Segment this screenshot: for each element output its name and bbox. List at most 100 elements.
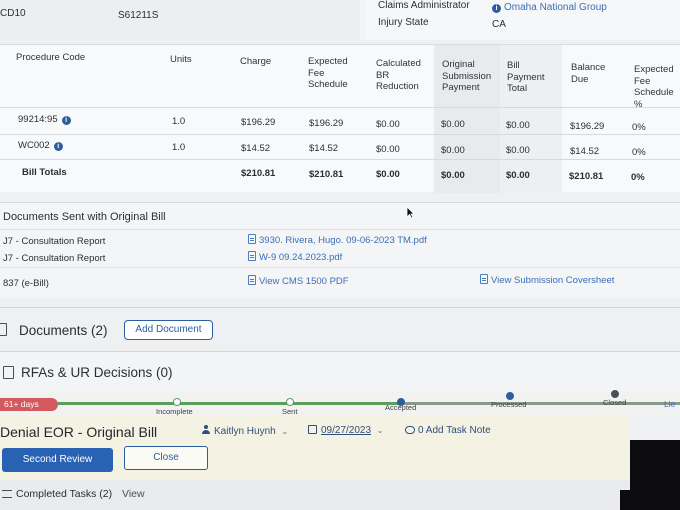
divider — [0, 229, 680, 230]
documents-icon — [0, 323, 7, 336]
step-closed: Closed — [603, 398, 627, 407]
table-cell-units: 1.0 — [172, 116, 186, 127]
procedure-code-text: WC002 — [18, 140, 50, 151]
app-stage: CD10 S61211S Claims Administrator i Omaha… — [0, 0, 680, 510]
info-icon[interactable]: i — [61, 116, 71, 125]
documents-sent-panel: Documents Sent with Original Bill J7 - C… — [0, 202, 680, 298]
total-expected: $210.81 — [309, 169, 344, 180]
view-coversheet-link[interactable]: View Submission Coversheet — [480, 274, 614, 286]
chevron-down-icon: ⌄ — [376, 426, 384, 435]
ebill-label: 837 (e-Bill) — [3, 278, 49, 289]
document-icon — [480, 274, 488, 284]
claims-admin-panel: Claims Administrator i Omaha National Gro… — [366, 0, 680, 40]
table-row-code[interactable]: 99214:95 i — [18, 114, 71, 125]
date-value: 09/27/2023 — [321, 425, 372, 436]
col-original-submission-payment: Original Submission Payment — [442, 59, 492, 93]
row-divider — [0, 159, 680, 160]
screen-bezel-bottom — [620, 490, 680, 510]
col-procedure-code: Procedure Code — [16, 52, 86, 63]
step-node-processed — [506, 392, 514, 400]
row-divider — [0, 107, 680, 108]
claims-admin-value: Omaha National Group — [504, 2, 607, 13]
table-cell-payment: $0.00 — [506, 120, 530, 131]
documents-title: Documents (2) — [19, 323, 108, 338]
view-coversheet-text: View Submission Coversheet — [491, 275, 615, 286]
age-badge: 61+ days — [0, 398, 58, 411]
table-cell-expected: $196.29 — [309, 118, 344, 129]
second-review-button[interactable]: Second Review — [2, 448, 113, 472]
diagnosis-panel: CD10 S61211S — [0, 0, 360, 40]
claims-admin-link[interactable]: i Omaha National Group — [492, 2, 607, 13]
document-link[interactable]: 3930. Rivera, Hugo. 09-06-2023 TM.pdf — [248, 234, 427, 246]
date-dropdown[interactable]: 09/27/2023 ⌄ — [308, 425, 384, 436]
assignee-name: Kaitlyn Huynh — [214, 426, 276, 437]
total-charge: $210.81 — [241, 168, 276, 179]
view-completed-link[interactable]: View — [122, 488, 145, 500]
total-original: $0.00 — [441, 170, 465, 181]
step-processed: Processed — [491, 400, 527, 409]
total-balance: $210.81 — [569, 171, 604, 182]
view-cms-link[interactable]: View CMS 1500 PDF — [248, 275, 349, 287]
completed-tasks-bar: Completed Tasks (2) View — [0, 480, 630, 510]
injury-state-label: Injury State — [378, 17, 429, 28]
add-task-text: Add Task Note — [425, 425, 491, 436]
col-calculated-br-reduction: Calculated BR Reduction — [376, 58, 421, 92]
table-cell-original: $0.00 — [441, 145, 465, 156]
injury-state-value: CA — [492, 19, 506, 30]
diagnosis-code-label: CD10 — [0, 8, 26, 19]
total-br: $0.00 — [376, 169, 400, 180]
assignee-dropdown[interactable]: Kaitlyn Huynh ⌄ — [202, 425, 288, 437]
table-cell-expected: $14.52 — [309, 143, 339, 154]
document-icon — [248, 275, 256, 285]
completed-tasks-label: Completed Tasks (2) — [16, 488, 113, 500]
denial-title: Denial EOR - Original Bill — [0, 424, 158, 440]
status-timeline: 61+ days Incomplete Sent Accepted Proces… — [0, 390, 680, 416]
divider — [0, 267, 680, 268]
user-icon — [202, 425, 210, 434]
table-cell-charge: $196.29 — [241, 117, 276, 128]
document-label: J7 - Consultation Report — [3, 253, 106, 264]
col-bill-payment-total: Bill Payment Total — [507, 60, 545, 94]
denial-eor-bar: Denial EOR - Original Bill Kaitlyn Huynh… — [0, 416, 630, 480]
close-button[interactable]: Close — [124, 446, 208, 470]
rfa-section: RFAs & UR Decisions (0) — [0, 351, 680, 392]
total-payment: $0.00 — [506, 170, 530, 181]
col-units: Units — [170, 54, 192, 65]
step-incomplete: Incomplete — [156, 407, 193, 416]
document-label: J7 - Consultation Report — [3, 236, 106, 247]
col-expected-fee-schedule-pct: Expected Fee Schedule % — [634, 64, 674, 110]
documents-section: Documents (2) Add Document — [0, 307, 680, 351]
document-link[interactable]: W-9 09.24.2023.pdf — [248, 251, 342, 263]
step-node-sent — [286, 398, 294, 406]
rfa-title: RFAs & UR Decisions (0) — [21, 365, 173, 380]
col-expected-fee-schedule: Expected Fee Schedule — [308, 56, 348, 90]
document-file-name: 3930. Rivera, Hugo. 09-06-2023 TM.pdf — [259, 235, 427, 246]
table-row-code[interactable]: WC002 i — [18, 140, 63, 151]
task-count: 0 — [418, 425, 424, 436]
info-icon[interactable]: i — [53, 142, 63, 151]
col-balance-due: Balance Due — [571, 62, 606, 85]
table-cell-br: $0.00 — [376, 119, 400, 130]
step-node-incomplete — [173, 398, 181, 406]
list-icon — [2, 490, 12, 498]
comment-icon — [405, 426, 415, 434]
progress-line-remaining — [400, 402, 680, 405]
rfa-icon — [3, 366, 14, 379]
step-lien: Lie — [664, 399, 676, 409]
claims-admin-label: Claims Administrator — [378, 0, 470, 11]
add-task-note-link[interactable]: 0 Add Task Note — [405, 425, 491, 436]
bill-totals-label: Bill Totals — [22, 167, 67, 178]
add-document-button[interactable]: Add Document — [124, 320, 213, 340]
document-file-name: W-9 09.24.2023.pdf — [259, 252, 343, 263]
info-icon: i — [492, 4, 501, 13]
table-cell-br: $0.00 — [376, 144, 400, 155]
table-cell-payment: $0.00 — [506, 145, 530, 156]
calendar-icon — [308, 425, 317, 434]
col-charge: Charge — [240, 56, 272, 67]
step-sent: Sent — [282, 407, 298, 416]
table-cell-pct: 0% — [632, 122, 646, 133]
chevron-down-icon: ⌄ — [281, 427, 289, 436]
step-accepted: Accepted — [385, 403, 417, 412]
table-cell-units: 1.0 — [172, 142, 186, 153]
document-icon — [248, 251, 256, 261]
